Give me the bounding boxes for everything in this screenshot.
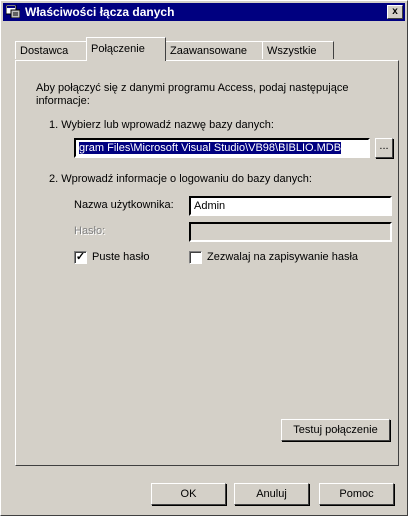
step1-label-text: 1. Wybierz lub wprowadź nazwę bazy danyc… [49, 119, 274, 131]
tab-provider[interactable]: Dostawca [15, 41, 87, 59]
tab-connection[interactable]: Połączenie [86, 37, 166, 61]
title-bar: Właściwości łącza danych x [3, 3, 405, 21]
intro-text-line1: Aby połączyć się z danymi programu Acces… [36, 82, 349, 94]
database-path-value: gram Files\Microsoft Visual Studio\VB98\… [79, 142, 342, 154]
window-title: Właściwości łącza danych [25, 5, 175, 19]
tab-advanced[interactable]: Zaawansowane [165, 41, 263, 59]
allow-saving-password-checkbox[interactable] [189, 251, 202, 264]
username-label: Nazwa użytkownika: [74, 199, 174, 211]
step1-label: 1. Wybierz lub wprowadź nazwę bazy danyc… [49, 119, 274, 132]
ok-button[interactable]: OK [151, 483, 226, 505]
username-field[interactable]: Admin [189, 196, 392, 216]
cancel-button[interactable]: Anuluj [234, 483, 309, 505]
test-connection-button[interactable]: Testuj połączenie [281, 419, 390, 441]
help-button[interactable]: Pomoc [319, 483, 394, 505]
data-link-icon [6, 5, 20, 18]
database-path-field[interactable]: gram Files\Microsoft Visual Studio\VB98\… [74, 138, 370, 158]
blank-password-label[interactable]: Puste hasło [92, 251, 149, 264]
step2-label: 2. Wprowadź informacje o logowaniu do ba… [49, 173, 312, 185]
data-link-properties-window: Właściwości łącza danych x Dostawca Połą… [0, 0, 408, 516]
allow-saving-password-label[interactable]: Zezwalaj na zapisywanie hasła [207, 251, 358, 264]
connection-panel: Aby połączyć się z danymi programu Acces… [15, 60, 399, 466]
close-button[interactable]: x [387, 5, 403, 19]
browse-button[interactable]: ... [375, 138, 393, 158]
password-field[interactable] [189, 222, 392, 242]
password-label: Hasło: [74, 225, 106, 237]
blank-password-checkbox[interactable]: ✓ [74, 251, 87, 264]
intro-text-line2: informacje: [36, 95, 90, 107]
check-mark-icon: ✓ [75, 251, 86, 263]
tab-all[interactable]: Wszystkie [262, 41, 334, 59]
